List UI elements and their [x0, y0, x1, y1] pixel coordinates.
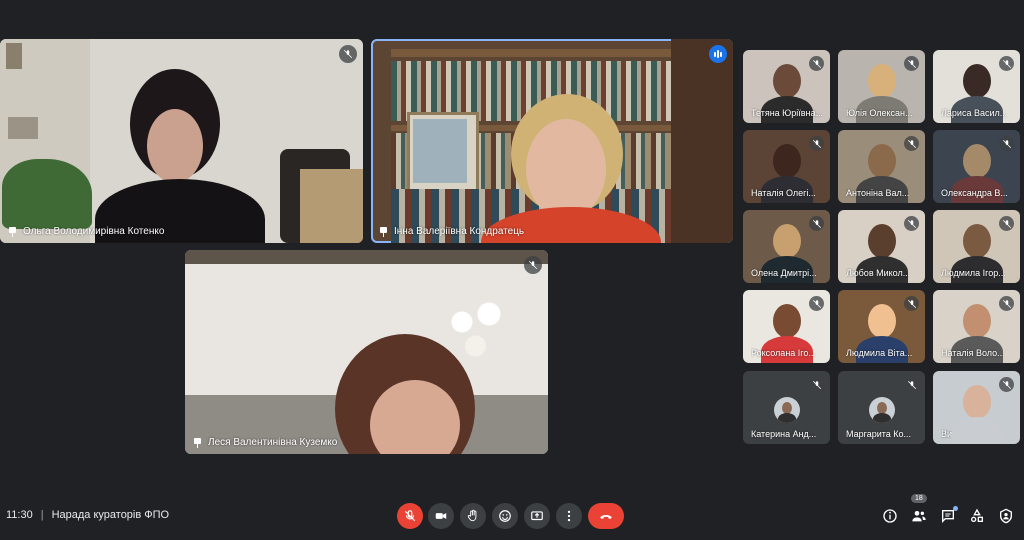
participant-tile[interactable]: Антоніна Вал...	[838, 130, 925, 203]
activities-button[interactable]	[967, 506, 987, 526]
participant-label: Інна Валеріївна Кондратець	[394, 226, 525, 237]
video-feed	[371, 39, 733, 243]
mic-off-icon	[904, 136, 919, 151]
present-icon	[531, 511, 543, 521]
participant-label: Людмила Віта...	[846, 348, 913, 358]
mic-off-icon	[904, 377, 919, 392]
pin-icon	[8, 226, 17, 237]
mic-off-icon	[404, 510, 416, 522]
mic-off-icon	[904, 296, 919, 311]
participant-name: Ольга Володимирівна Котенко	[8, 226, 164, 237]
pin-icon	[379, 226, 388, 237]
participant-label: Наталія Воло...	[941, 348, 1005, 358]
mic-off-icon	[999, 216, 1014, 231]
end-call-icon	[600, 514, 612, 519]
participant-label: Маргарита Ко...	[846, 429, 912, 439]
speaking-indicator-icon	[709, 45, 727, 63]
mic-off-icon	[999, 377, 1014, 392]
participant-tile[interactable]: Людмила Віта...	[838, 290, 925, 363]
more-options-button[interactable]	[556, 503, 582, 529]
people-button[interactable]: 18	[909, 494, 929, 526]
participant-tile[interactable]: Катерина Анд...	[743, 371, 830, 444]
participant-tile[interactable]: Лариса Васил...	[933, 50, 1020, 123]
mic-off-icon	[809, 296, 824, 311]
mic-off-icon	[999, 296, 1014, 311]
emoji-reactions-button[interactable]	[492, 503, 518, 529]
mic-off-icon	[339, 45, 357, 63]
mic-toggle-button[interactable]	[397, 503, 423, 529]
participant-label: Олена Дмитрі...	[751, 268, 817, 278]
participant-tile-kotenko[interactable]: Ольга Володимирівна Котенко	[0, 39, 363, 243]
raise-hand-button[interactable]	[460, 503, 486, 529]
participant-tile[interactable]: Олена Дмитрі...	[743, 210, 830, 283]
video-feed	[0, 39, 363, 243]
meeting-info-button[interactable]	[880, 506, 900, 526]
participant-tile[interactable]: Наталія Воло...	[933, 290, 1020, 363]
people-icon	[912, 511, 926, 522]
present-screen-button[interactable]	[524, 503, 550, 529]
participant-tile[interactable]: Наталія Олегі...	[743, 130, 830, 203]
mic-off-icon	[809, 56, 824, 71]
mic-off-icon	[809, 216, 824, 231]
host-controls-button[interactable]	[996, 506, 1016, 526]
mic-off-icon	[524, 256, 542, 274]
meeting-details: 11:30 | Нарада кураторів ФПО	[6, 509, 169, 521]
participant-label: Ви	[941, 429, 953, 439]
more-icon	[567, 510, 571, 522]
avatar	[773, 397, 800, 423]
participant-tile[interactable]: Маргарита Ко...	[838, 371, 925, 444]
participant-label: Наталія Олегі...	[751, 188, 816, 198]
mic-off-icon	[999, 136, 1014, 151]
participant-label: Ольга Володимирівна Котенко	[23, 226, 165, 237]
participant-tile[interactable]: Олександра В...	[933, 130, 1020, 203]
participant-label: Роксолана Іго...	[751, 348, 816, 358]
separator: |	[40, 509, 44, 521]
participant-tile[interactable]: Роксолана Іго...	[743, 290, 830, 363]
participant-label: Любов Микол...	[846, 268, 911, 278]
participant-label: Олександра В...	[941, 188, 1008, 198]
people-count-badge: 18	[911, 494, 927, 503]
chat-button[interactable]	[938, 506, 958, 526]
meeting-time: 11:30	[6, 509, 33, 521]
leave-call-button[interactable]	[588, 503, 624, 529]
avatar	[868, 397, 895, 423]
meeting-title: Нарада кураторів ФПО	[51, 509, 170, 521]
participant-name: Інна Валеріївна Кондратець	[379, 226, 524, 237]
mic-off-icon	[999, 56, 1014, 71]
participant-tile[interactable]: Тетяна Юріївна...	[743, 50, 830, 123]
unread-dot	[953, 506, 958, 511]
mic-off-icon	[904, 56, 919, 71]
raise-hand-icon	[467, 509, 477, 522]
emoji-icon	[499, 510, 511, 522]
participant-name: Леся Валентинівна Куземко	[193, 437, 337, 448]
participant-label: Юлія Олексан...	[846, 108, 913, 118]
participant-tile[interactable]: Ви	[933, 371, 1020, 444]
video-feed	[185, 250, 548, 454]
mic-off-icon	[809, 136, 824, 151]
participant-label: Тетяна Юріївна...	[751, 108, 824, 118]
participant-tile-kuzemko[interactable]: Леся Валентинівна Куземко	[185, 250, 548, 454]
camera-toggle-button[interactable]	[428, 503, 454, 529]
participant-label: Катерина Анд...	[751, 429, 817, 439]
mic-off-icon	[809, 377, 824, 392]
info-icon	[883, 509, 897, 523]
pin-icon	[193, 437, 202, 448]
participant-tile-kondratets[interactable]: Інна Валеріївна Кондратець	[371, 39, 733, 243]
mic-off-icon	[904, 216, 919, 231]
participant-tile[interactable]: Любов Микол...	[838, 210, 925, 283]
activities-icon	[971, 508, 983, 522]
participant-label: Лариса Васил...	[941, 108, 1008, 118]
participant-label: Леся Валентинівна Куземко	[208, 437, 338, 448]
participant-tile[interactable]: Людмила Ігор...	[933, 210, 1020, 283]
participant-tile[interactable]: Юлія Олексан...	[838, 50, 925, 123]
camera-icon	[435, 513, 447, 519]
host-controls-icon	[1000, 508, 1012, 524]
participant-label: Людмила Ігор...	[941, 268, 1006, 278]
participant-label: Антоніна Вал...	[846, 188, 910, 198]
